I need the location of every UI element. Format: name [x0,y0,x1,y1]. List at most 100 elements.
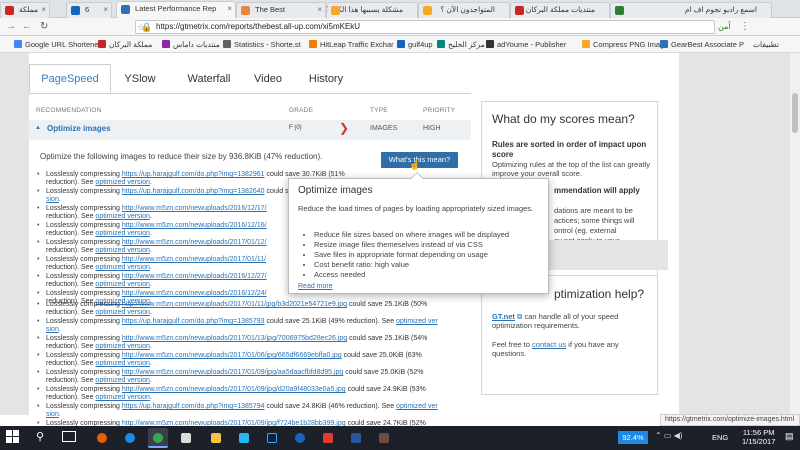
optimized-version-link[interactable]: optimized version [95,264,149,271]
collapse-icon[interactable]: ▲ [35,125,41,131]
image-url-link[interactable]: http://www.m5zn.com/newuploads/2017/01/1… [122,239,267,246]
image-url-link[interactable]: http://www.m5zn.com/newuploads/2017/01/0… [122,352,342,359]
scrollbar-thumb[interactable] [792,93,798,133]
browser-tab-2[interactable]: 6 × [66,2,112,18]
app-icon[interactable] [290,428,310,448]
search-icon[interactable]: ⚲ [36,430,44,443]
column-recommendation: RECOMMENDATION [36,107,102,114]
optimized-version-link[interactable]: optimized ver [396,318,438,325]
notifications-icon[interactable]: ▤ [785,431,794,442]
optimized-version-link[interactable]: optimized ver [396,403,438,410]
bookmark-item[interactable]: منتديات داماس [162,39,220,50]
optimized-version-link[interactable]: sion [46,326,59,333]
image-url-link[interactable]: https://up.harajgulf.com/do.php?img=1385… [122,403,265,410]
optimized-version-link[interactable]: optimized version [95,360,149,367]
browser-tab-5[interactable]: مشكلة يسببها هذا الكود ؟ [326,2,418,18]
windows-start-icon[interactable] [6,430,20,444]
firefox-icon[interactable] [92,428,112,448]
recommendation-row[interactable]: ▲ Optimize images F (0) ❯ IMAGES HIGH [29,120,471,140]
battery-indicator[interactable]: 92.4% [618,431,648,444]
optimized-version-link[interactable]: optimized version [95,343,149,350]
image-url-link[interactable]: http://www.m5zn.com/newuploads/2017/01/0… [122,386,346,393]
optimized-version-link[interactable]: optimized version [95,394,149,401]
image-url-link[interactable]: http://www.m5zn.com/newuploads/2017/01/1… [122,335,347,342]
url-input[interactable]: 🔒 https://gtmetrix.com/reports/thebest.a… [135,20,715,34]
bookmark-item[interactable]: Compress PNG Image [582,39,668,50]
browser-tab-7[interactable]: منتديات مملكة البركان [510,2,610,18]
optimized-version-link[interactable]: optimized version [95,309,149,316]
bookmark-item[interactable]: مملكة البركان [98,39,152,50]
optimized-version-link[interactable]: optimized version [95,213,149,220]
list-item-continuation: reduction). See optimized version. [46,213,152,220]
column-type: TYPE [370,107,388,114]
app-icon[interactable] [374,428,394,448]
menu-icon[interactable]: ⋮ [740,21,750,32]
pdf-icon[interactable] [318,428,338,448]
gt-net-link[interactable]: GT.net [492,312,515,321]
contact-us-link[interactable]: contact us [532,340,566,349]
close-icon[interactable]: × [227,2,232,16]
image-url-link[interactable]: http://www.m5zn.com/newuploads/2016/12/2… [122,290,267,297]
bookmark-item[interactable]: adYoume - Publisher [486,39,566,50]
close-icon[interactable]: × [317,3,322,17]
browser-tab-4[interactable]: The Best × [236,2,326,18]
tray-icons[interactable]: ⌃ ▭ ◀) [655,431,683,440]
file-explorer-icon[interactable] [206,428,226,448]
browser-tab-gtmetrix[interactable]: Latest Performance Rep × [116,1,236,18]
image-url-link[interactable]: http://www.m5zn.com/newuploads/2017/01/1… [122,301,347,308]
close-icon[interactable]: × [103,3,108,17]
bookmark-item[interactable]: Google URL Shortene [14,39,99,50]
browser-tab-1[interactable]: مملكة × [0,2,50,18]
read-more-link[interactable]: Read more [298,283,333,290]
optimized-version-link[interactable]: optimized version [95,377,149,384]
store-icon[interactable] [176,428,196,448]
bookmark-item[interactable]: HitLeap Traffic Exchar [309,39,394,50]
bookmark-apps[interactable]: تطبيقات [753,39,779,50]
optimized-version-link[interactable]: optimized version [95,179,149,186]
image-url-link[interactable]: https://up.harajgulf.com/do.php?img=1382… [122,188,265,195]
bookmark-item[interactable]: GearBest Associate P [660,39,744,50]
reload-icon[interactable]: ↻ [40,21,48,32]
image-url-link[interactable]: http://www.m5zn.com/newuploads/2016/12/1… [122,222,267,229]
rule-title[interactable]: Optimize images [47,124,111,133]
task-view-icon[interactable] [62,431,76,442]
forward-icon[interactable]: → [6,21,16,32]
optimized-version-link[interactable]: optimized version [95,281,149,288]
optimized-version-link[interactable]: sion [46,411,59,418]
list-item-continuation: sion. [46,326,61,333]
image-url-link[interactable]: http://www.m5zn.com/newuploads/2016/12/2… [122,273,267,280]
bookmark-favicon-icon [223,40,231,48]
bookmark-item[interactable]: Statistics - Shorte.st [223,39,301,50]
clock[interactable]: 11:56 PM 1/15/2017 [742,428,775,446]
optimized-version-link[interactable]: optimized version [95,230,149,237]
image-url-link[interactable]: http://www.m5zn.com/newuploads/2017/01/1… [122,256,266,263]
tab-video[interactable]: Video [249,66,287,92]
bookmark-item[interactable]: gulf4up [397,39,433,50]
tab-history[interactable]: History [297,66,355,92]
close-icon[interactable]: × [41,3,46,17]
optimized-version-link[interactable]: sion [46,196,59,203]
popup-bullet-list: Reduce file sizes based on where images … [314,230,544,280]
optimized-version-link[interactable]: optimized version [95,247,149,254]
chrome-icon[interactable] [148,428,168,448]
page-scrollbar[interactable] [790,53,800,415]
popup-body: Reduce the load times of pages by loadin… [298,204,534,213]
tab-yslow[interactable]: YSlow [113,66,167,92]
browser-tab-8[interactable]: اسمع راديو نجوم اف ام [610,2,772,18]
image-url-link[interactable]: http://www.m5zn.com/newuploads/2016/12/1… [122,205,267,212]
photoshop-icon[interactable] [262,428,282,448]
bookmark-item[interactable]: مركز الخليج [437,39,485,50]
star-icon[interactable]: ☆ [137,22,145,33]
image-url-link[interactable]: https://up.harajgulf.com/do.php?img=1382… [122,171,265,178]
list-item-continuation: reduction). See optimized version. [46,360,152,367]
app-icon[interactable] [234,428,254,448]
image-url-link[interactable]: https://up.harajgulf.com/do.php?img=1385… [122,318,265,325]
back-icon[interactable]: ← [22,21,32,32]
edge-icon[interactable] [120,428,140,448]
word-icon[interactable] [346,428,366,448]
browser-tab-6[interactable]: المتواجدون الآن ؟ [418,2,510,18]
tab-pagespeed[interactable]: PageSpeed [29,64,111,94]
language-indicator[interactable]: ENG [712,433,728,442]
tab-waterfall[interactable]: Waterfall [170,66,248,92]
image-url-link[interactable]: http://www.m5zn.com/newuploads/2017/01/0… [122,369,343,376]
